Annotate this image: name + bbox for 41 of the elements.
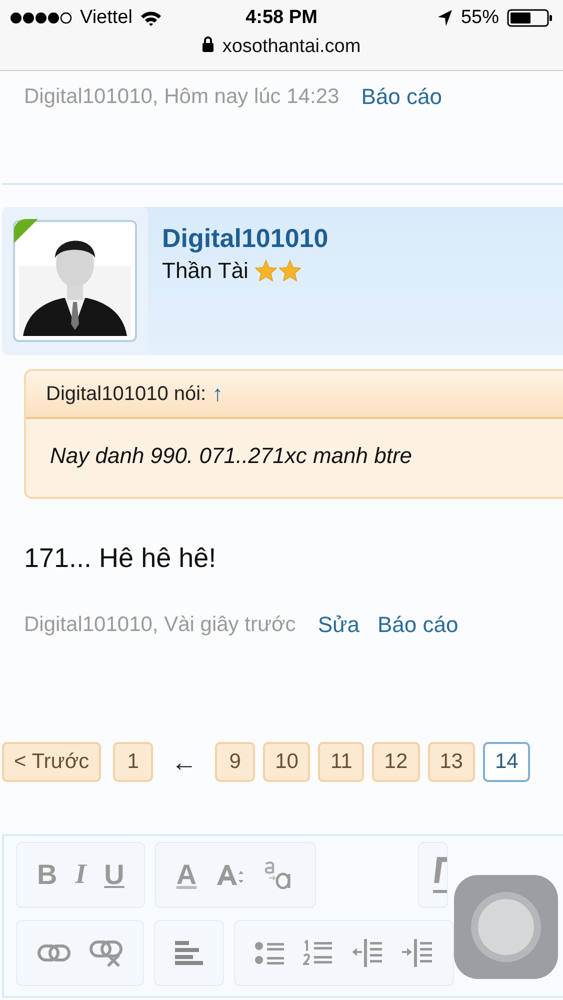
rank-stars-icon <box>254 259 302 283</box>
report-link[interactable]: Báo cáo <box>377 612 458 638</box>
battery-icon <box>507 8 553 28</box>
author-name[interactable]: Digital101010 <box>162 223 328 254</box>
page-button[interactable]: 11 <box>318 742 364 782</box>
report-link[interactable]: Báo cáo <box>361 84 442 110</box>
page-button[interactable]: 13 <box>428 742 475 782</box>
link-icon[interactable] <box>37 943 71 963</box>
location-arrow-icon <box>436 9 453 27</box>
page-button[interactable]: 1 <box>113 742 154 782</box>
wifi-icon <box>140 10 162 26</box>
page-button[interactable]: 14 <box>482 742 530 782</box>
indent-icon[interactable] <box>401 938 433 968</box>
url-text[interactable]: xosothantai.com <box>222 36 361 58</box>
quote-attribution: Digital101010 nói: <box>46 382 206 406</box>
post-meta: Digital101010, Hôm nay lúc 14:23 <box>24 85 340 109</box>
user-title: Thần Tài <box>162 258 248 284</box>
bullet-list-icon[interactable] <box>255 941 285 965</box>
previous-page-button[interactable]: < Trước <box>2 742 102 782</box>
edit-link[interactable]: Sửa <box>318 612 360 638</box>
carrier-name: Viettel <box>80 7 132 29</box>
lock-icon <box>202 36 214 52</box>
assistive-touch-button[interactable] <box>454 875 558 979</box>
jump-arrow[interactable]: ← <box>171 746 198 778</box>
battery-percent: 55% <box>460 7 499 29</box>
align-left-icon[interactable] <box>175 940 203 966</box>
outdent-icon[interactable] <box>351 938 383 968</box>
clear-format-icon[interactable] <box>432 855 447 895</box>
page-button[interactable]: 10 <box>263 742 310 782</box>
post-message: 171... Hê hê hê! <box>23 542 218 575</box>
signal-icon <box>10 11 72 25</box>
post-meta: Digital101010, Vài giây trước <box>24 613 296 637</box>
quote-text: Nay danh 990. 071..271xc manh btre <box>49 442 414 470</box>
page-button[interactable]: 12 <box>372 742 420 782</box>
assistive-touch-icon <box>478 899 534 955</box>
unlink-icon[interactable] <box>89 939 123 967</box>
page-button[interactable]: 9 <box>215 742 256 782</box>
jump-link[interactable]: ↑ <box>212 381 224 407</box>
clock-time: 4:58 PM <box>246 7 318 29</box>
numbered-list-icon[interactable] <box>303 940 333 966</box>
font-size-icon[interactable] <box>214 863 245 887</box>
